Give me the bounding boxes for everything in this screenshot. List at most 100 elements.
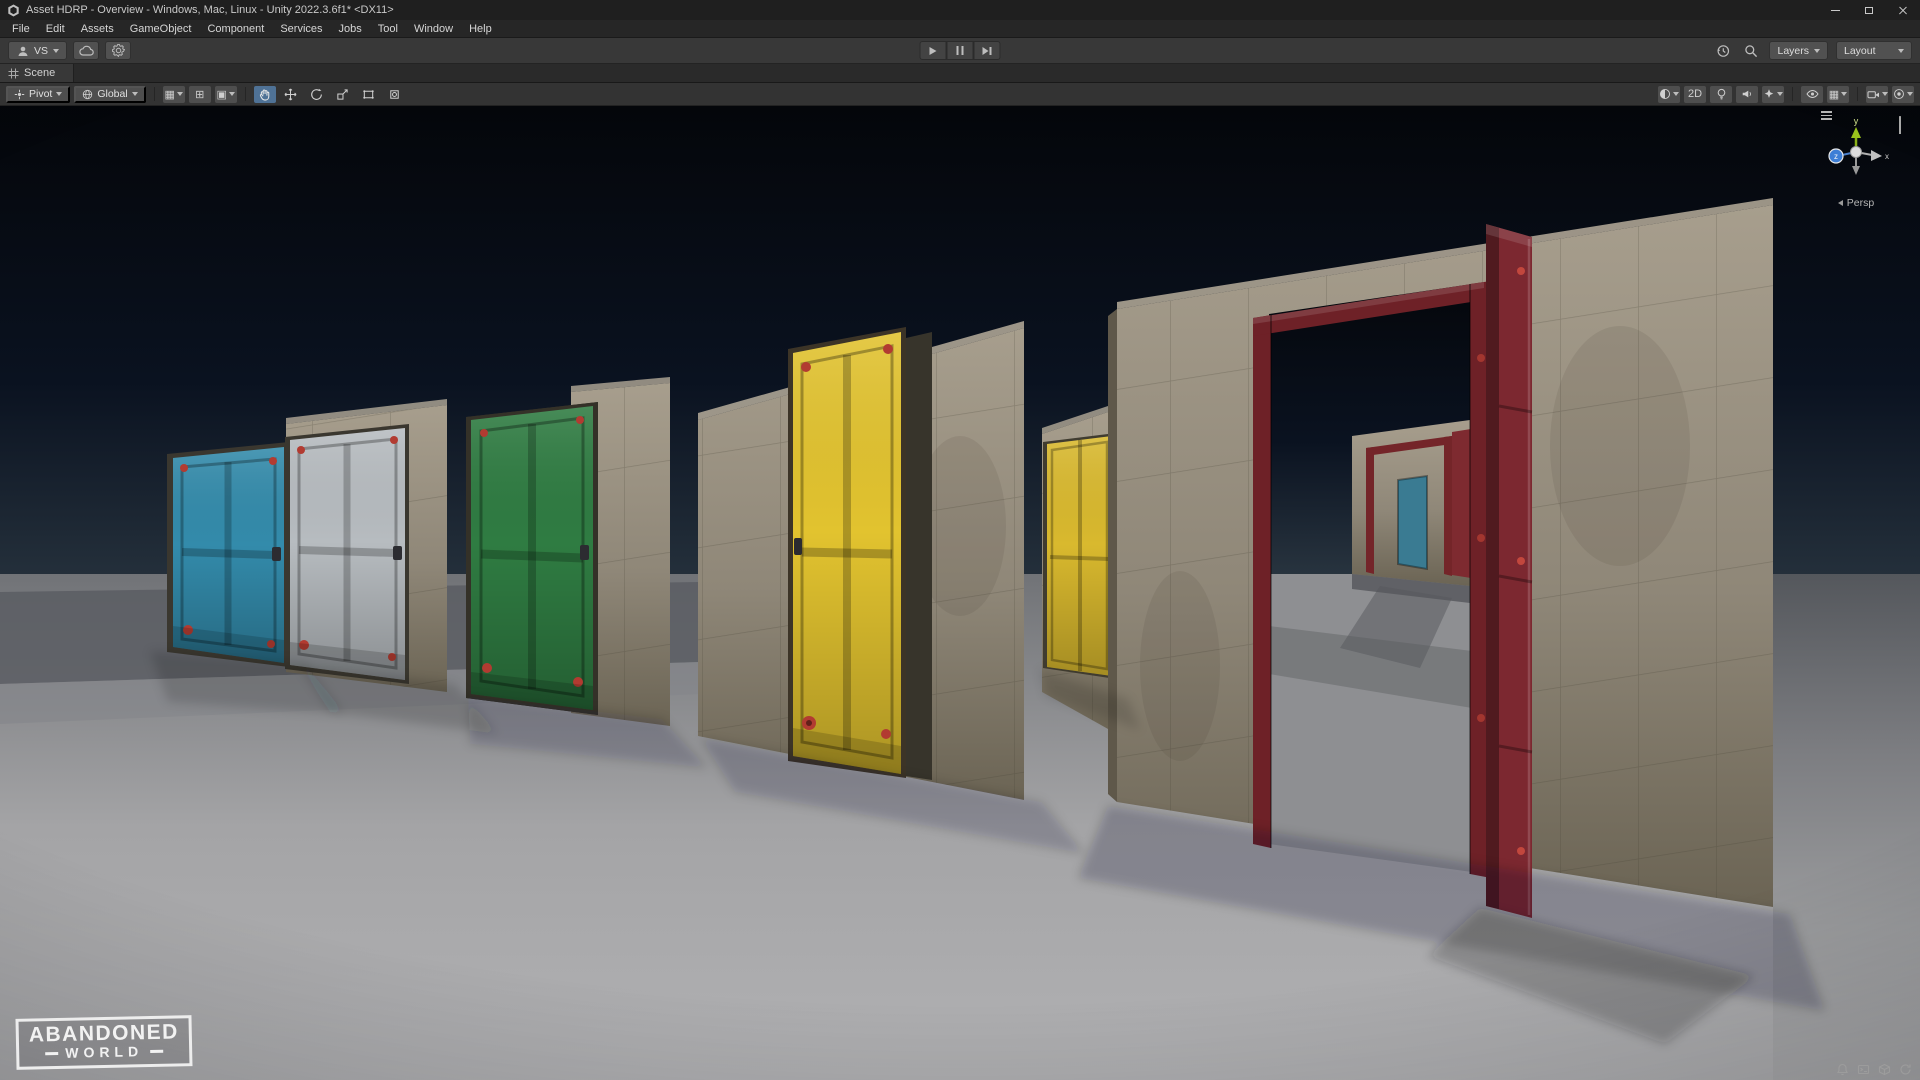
cloud-button[interactable] bbox=[73, 41, 100, 60]
rect-tool-button[interactable] bbox=[358, 86, 380, 103]
menu-assets[interactable]: Assets bbox=[73, 22, 122, 36]
chevron-down-icon bbox=[1814, 48, 1820, 53]
search-icon[interactable] bbox=[1741, 41, 1761, 60]
projection-toggle[interactable]: Persp bbox=[1816, 197, 1896, 209]
axis-z-label: z bbox=[1834, 152, 1838, 161]
window-title: Asset HDRP - Overview - Windows, Mac, Li… bbox=[26, 4, 394, 16]
close-button[interactable] bbox=[1886, 0, 1920, 20]
status-icons bbox=[1836, 1063, 1912, 1076]
divider bbox=[153, 87, 155, 101]
layout-label: Layout bbox=[1844, 44, 1876, 57]
lock-icon[interactable] bbox=[1899, 116, 1908, 135]
divider bbox=[1792, 87, 1793, 101]
menu-window[interactable]: Window bbox=[406, 22, 461, 36]
pivot-dropdown[interactable]: Pivot bbox=[6, 85, 71, 103]
silver-door[interactable] bbox=[285, 424, 409, 684]
global-dropdown[interactable]: Global bbox=[74, 85, 146, 103]
gizmos-dropdown[interactable] bbox=[1892, 85, 1914, 103]
move-tool-button[interactable] bbox=[280, 86, 302, 103]
axis-x-cone[interactable] bbox=[1871, 150, 1882, 161]
menu-component[interactable]: Component bbox=[199, 22, 272, 36]
menubar: File Edit Assets GameObject Component Se… bbox=[0, 20, 1920, 38]
chevron-down-icon bbox=[56, 92, 63, 96]
minimize-button[interactable] bbox=[1818, 0, 1852, 20]
playmode-controls bbox=[919, 41, 1001, 60]
layers-dropdown[interactable]: Layers bbox=[1769, 41, 1828, 60]
globe-icon bbox=[82, 89, 93, 100]
play-icon bbox=[929, 46, 937, 55]
version-control-button[interactable]: VS bbox=[8, 41, 68, 60]
increment-snap-button[interactable]: ⊞ bbox=[188, 85, 211, 103]
services-button[interactable] bbox=[105, 41, 132, 60]
version-control-label: VS bbox=[34, 44, 49, 57]
undo-history-icon[interactable] bbox=[1713, 41, 1733, 60]
scene-toolbar: Pivot Global ▦ ⊞ ▣ 2D ▦ bbox=[0, 83, 1920, 106]
persp-icon bbox=[1837, 200, 1843, 206]
scale-tool-button[interactable] bbox=[332, 86, 354, 103]
refresh-icon[interactable] bbox=[1899, 1063, 1912, 1076]
transform-tool-button[interactable] bbox=[384, 86, 406, 103]
unity-window: Asset HDRP - Overview - Windows, Mac, Li… bbox=[0, 0, 1920, 1080]
doorway-view bbox=[1269, 284, 1472, 872]
tab-scene[interactable]: Scene bbox=[0, 64, 75, 82]
menu-jobs[interactable]: Jobs bbox=[331, 22, 370, 36]
teal-door[interactable] bbox=[173, 447, 284, 663]
gizmo-axes[interactable]: y z x bbox=[1819, 116, 1893, 190]
red-door-open[interactable] bbox=[1486, 224, 1533, 918]
watermark-line1: ABANDONED bbox=[28, 1019, 180, 1047]
maximize-button[interactable] bbox=[1852, 0, 1886, 20]
green-door[interactable] bbox=[466, 402, 598, 715]
shading-mode-dropdown[interactable] bbox=[1658, 85, 1680, 103]
rotate-tool-button[interactable] bbox=[306, 86, 328, 103]
camera-overlay-dropdown[interactable] bbox=[1866, 85, 1888, 103]
scene-lighting-button[interactable] bbox=[1710, 85, 1732, 103]
chevron-down-icon bbox=[228, 92, 235, 96]
global-label: Global bbox=[97, 88, 128, 100]
watermark-line2: WORLD bbox=[65, 1042, 144, 1061]
axis-y-cone[interactable] bbox=[1851, 127, 1861, 138]
menu-file[interactable]: File bbox=[4, 22, 38, 36]
2d-label: 2D bbox=[1687, 88, 1703, 100]
grid-visibility-dropdown[interactable]: ▦ bbox=[1827, 85, 1849, 103]
chevron-down-icon bbox=[131, 92, 138, 96]
yellow-door-far[interactable] bbox=[1043, 433, 1116, 679]
axis-neg-y-cone[interactable] bbox=[1852, 166, 1860, 175]
hand-tool-button[interactable] bbox=[253, 85, 276, 103]
scene-canvas[interactable] bbox=[0, 106, 1920, 1080]
axis-x-label: x bbox=[1885, 152, 1889, 161]
chevron-down-icon bbox=[1881, 92, 1888, 96]
scene-tab-icon bbox=[8, 68, 19, 79]
console-icon[interactable] bbox=[1857, 1063, 1870, 1076]
chevron-down-icon bbox=[53, 48, 60, 53]
chevron-down-icon bbox=[1841, 92, 1848, 96]
menu-help[interactable]: Help bbox=[461, 22, 500, 36]
orientation-gizmo[interactable]: y z x Persp bbox=[1816, 116, 1896, 209]
titlebar: Asset HDRP - Overview - Windows, Mac, Li… bbox=[0, 0, 1920, 20]
grid-snap-dropdown[interactable]: ▦ bbox=[162, 85, 185, 103]
chevron-down-icon bbox=[1898, 48, 1904, 53]
menu-tool[interactable]: Tool bbox=[370, 22, 406, 36]
chevron-down-icon bbox=[1907, 92, 1913, 96]
play-button[interactable] bbox=[919, 41, 947, 60]
menu-gameobject[interactable]: GameObject bbox=[122, 22, 200, 36]
step-button[interactable] bbox=[973, 41, 1001, 60]
chevron-down-icon bbox=[1673, 92, 1679, 96]
layout-dropdown[interactable]: Layout bbox=[1836, 41, 1912, 60]
unity-logo-icon bbox=[6, 3, 20, 17]
notification-icon[interactable] bbox=[1836, 1063, 1849, 1076]
package-icon[interactable] bbox=[1878, 1063, 1891, 1076]
pause-button[interactable] bbox=[946, 41, 974, 60]
2d-mode-button[interactable]: 2D bbox=[1684, 85, 1706, 103]
menu-services[interactable]: Services bbox=[272, 22, 330, 36]
snap-settings-dropdown[interactable]: ▣ bbox=[214, 85, 237, 103]
pivot-icon bbox=[14, 89, 25, 100]
effects-dropdown[interactable] bbox=[1762, 85, 1784, 103]
scene-visibility-button[interactable] bbox=[1801, 85, 1823, 103]
axis-y-label: y bbox=[1854, 116, 1859, 126]
watermark-dash bbox=[150, 1049, 164, 1053]
watermark: ABANDONED WORLD bbox=[15, 1014, 193, 1070]
scene-view[interactable]: y z x Persp ABANDONED WORLD bbox=[0, 106, 1920, 1080]
menu-edit[interactable]: Edit bbox=[38, 22, 73, 36]
yellow-door[interactable] bbox=[788, 327, 906, 778]
scene-audio-button[interactable] bbox=[1736, 85, 1758, 103]
